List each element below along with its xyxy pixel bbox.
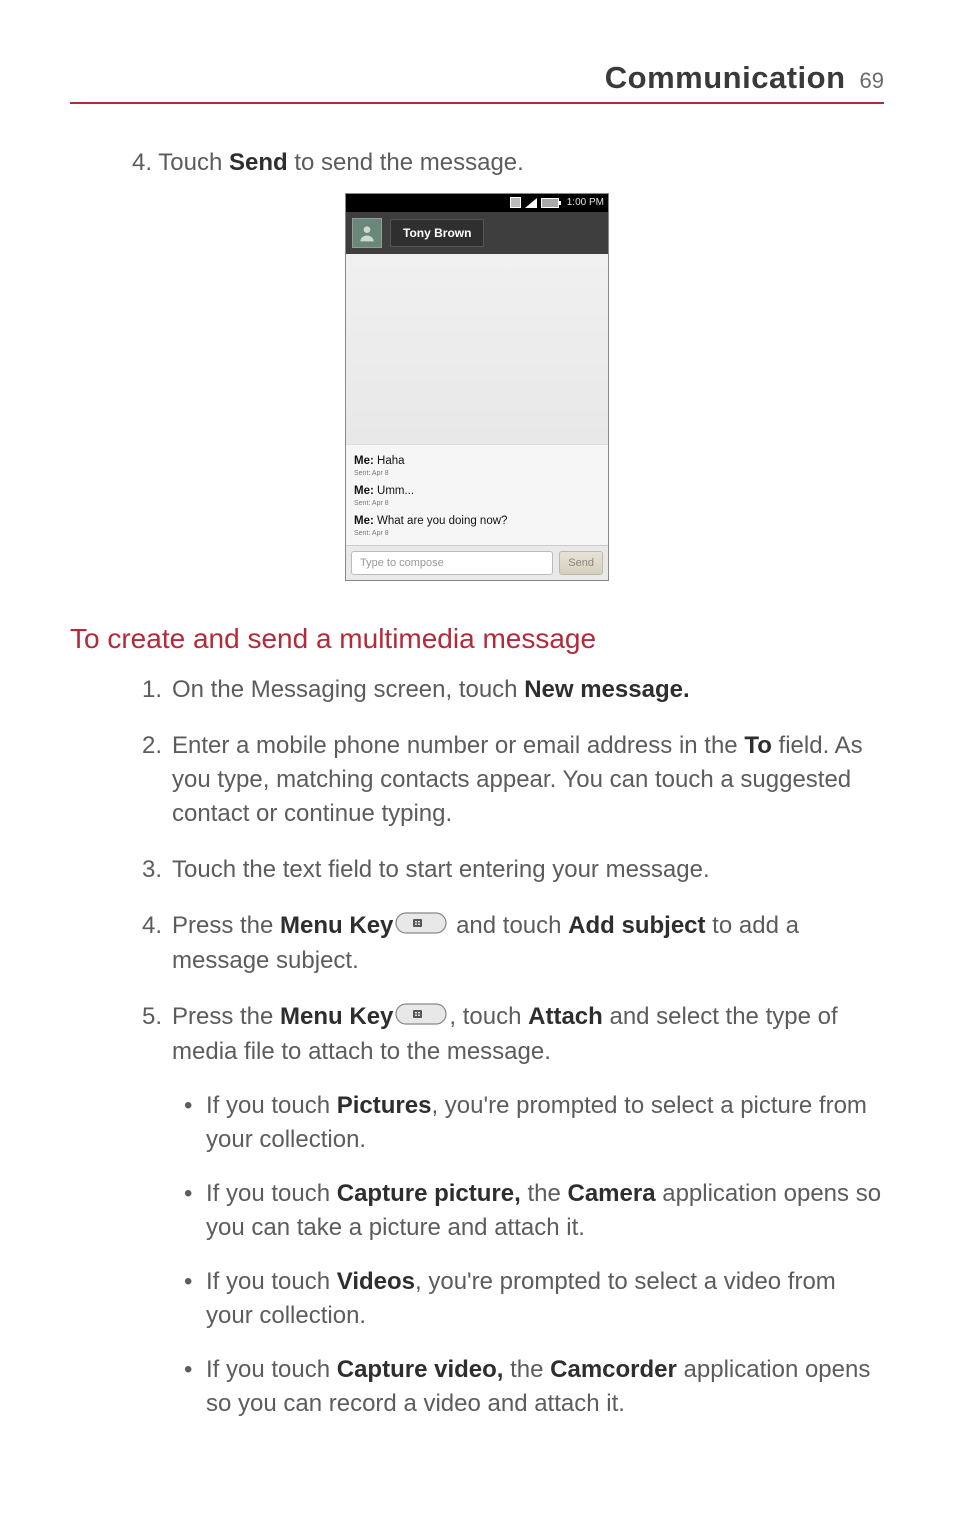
message-text: Haha: [374, 455, 405, 467]
sub-item: If you touch Pictures, you're prompted t…: [184, 1089, 884, 1157]
status-bar: 1:00 PM: [346, 194, 608, 212]
message-time: Sent: Apr 8: [354, 530, 600, 537]
bold-text: New message.: [524, 676, 689, 703]
person-icon: [357, 223, 377, 243]
screenshot-container: 1:00 PM Tony Brown Me: Haha Sent: Apr 8 …: [70, 193, 884, 581]
steps-list: On the Messaging screen, touch New messa…: [142, 673, 884, 1422]
message-item: Me: Umm... Sent: Apr 8: [354, 481, 600, 507]
status-time: 1:00 PM: [567, 197, 604, 208]
message-sender: Me:: [354, 515, 374, 527]
step-item: Press the Menu Key and touch Add subject…: [142, 909, 884, 978]
menu-key-icon: [395, 1001, 447, 1035]
contact-name: Tony Brown: [390, 219, 484, 247]
phone-screenshot: 1:00 PM Tony Brown Me: Haha Sent: Apr 8 …: [345, 193, 609, 581]
step-item: Enter a mobile phone number or email add…: [142, 729, 884, 831]
bold-text: Videos: [337, 1268, 415, 1295]
bold-text: Pictures: [337, 1092, 432, 1119]
network-3g-icon: [510, 197, 521, 208]
bold-text: Menu Key: [280, 1003, 393, 1030]
sub-item: If you touch Capture video, the Camcorde…: [184, 1353, 884, 1421]
body-text: If you touch: [206, 1356, 337, 1383]
sub-item: If you touch Videos, you're prompted to …: [184, 1265, 884, 1333]
body-text: Touch the text field to start entering y…: [172, 856, 710, 883]
message-text: What are you doing now?: [374, 515, 508, 527]
page-header: Communication 69: [70, 60, 884, 104]
section-heading: To create and send a multimedia message: [70, 623, 884, 655]
body-text: Press the: [172, 1003, 280, 1030]
message-item: Me: What are you doing now? Sent: Apr 8: [354, 511, 600, 537]
message-sender: Me:: [354, 485, 374, 497]
send-button[interactable]: Send: [559, 551, 603, 575]
sub-item: If you touch Capture picture, the Camera…: [184, 1177, 884, 1245]
bold-text: Camera: [567, 1180, 655, 1207]
battery-icon: [541, 198, 559, 208]
step4-prefix: 4. Touch: [132, 149, 229, 176]
conversation-header: Tony Brown: [346, 212, 608, 254]
message-time: Sent: Apr 8: [354, 470, 600, 477]
body-text: the: [521, 1180, 568, 1207]
sub-list: If you touch Pictures, you're prompted t…: [184, 1089, 884, 1422]
avatar: [352, 218, 382, 248]
compose-bar: Type to compose Send: [346, 545, 608, 580]
message-sender: Me:: [354, 455, 374, 467]
compose-input[interactable]: Type to compose: [351, 551, 553, 575]
step-item: Press the Menu Key, touch Attach and sel…: [142, 1000, 884, 1421]
step-item: Touch the text field to start entering y…: [142, 853, 884, 887]
step4-send-word: Send: [229, 149, 288, 176]
body-text: If you touch: [206, 1092, 337, 1119]
body-text: If you touch: [206, 1268, 337, 1295]
header-page-number: 69: [860, 68, 884, 94]
body-text: and touch: [449, 912, 568, 939]
message-text: Umm...: [374, 485, 414, 497]
bold-text: Capture picture,: [337, 1180, 521, 1207]
header-title: Communication: [605, 60, 846, 96]
step-item: On the Messaging screen, touch New messa…: [142, 673, 884, 707]
body-text: If you touch: [206, 1180, 337, 1207]
bold-text: Add subject: [568, 912, 705, 939]
message-item: Me: Haha Sent: Apr 8: [354, 451, 600, 477]
body-text: the: [503, 1356, 550, 1383]
menu-key-icon: [395, 910, 447, 944]
body-text: Enter a mobile phone number or email add…: [172, 732, 744, 759]
body-text: , touch: [449, 1003, 528, 1030]
bold-text: Menu Key: [280, 912, 393, 939]
bold-text: Camcorder: [550, 1356, 677, 1383]
body-text: Press the: [172, 912, 280, 939]
signal-icon: [525, 198, 537, 208]
page: Communication 69 4. Touch Send to send t…: [0, 0, 954, 1523]
bold-text: Attach: [528, 1003, 603, 1030]
message-list: Me: Haha Sent: Apr 8 Me: Umm... Sent: Ap…: [346, 444, 608, 545]
conversation-body: [346, 254, 608, 444]
body-text: On the Messaging screen, touch: [172, 676, 524, 703]
prior-step-4: 4. Touch Send to send the message.: [132, 146, 884, 181]
step4-suffix: to send the message.: [288, 149, 524, 176]
bold-text: To: [744, 732, 772, 759]
bold-text: Capture video,: [337, 1356, 504, 1383]
message-time: Sent: Apr 8: [354, 500, 600, 507]
